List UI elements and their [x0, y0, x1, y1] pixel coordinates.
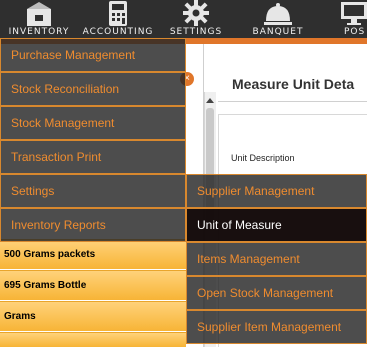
submenu-item-supplier-item-management[interactable]: Supplier Item Management: [186, 310, 367, 344]
menu-item-stock-management[interactable]: Stock Management: [0, 106, 186, 140]
nav-item-settings[interactable]: SETTINGS: [160, 0, 232, 38]
top-navigation-bar: INVENTORY ACCOUNTING SETTINGS BANQUET PO…: [0, 0, 367, 38]
submenu-item-open-stock-management[interactable]: Open Stock Management: [186, 276, 367, 310]
nav-label: SETTINGS: [169, 27, 223, 37]
nav-label: INVENTORY: [8, 27, 70, 37]
menu-item-transaction-print[interactable]: Transaction Print: [0, 140, 186, 174]
list-item[interactable]: [0, 332, 186, 347]
nav-label: ACCOUNTING: [82, 27, 154, 37]
calculator-icon: [109, 1, 127, 26]
menu-item-purchase-management[interactable]: Purchase Management: [0, 38, 186, 72]
inventory-box-icon: [27, 2, 51, 26]
submenu-item-unit-of-measure[interactable]: Unit of Measure: [186, 208, 367, 242]
detail-header: Measure Unit Deta: [218, 66, 367, 102]
nav-label: BANQUET: [252, 27, 304, 37]
gear-icon: [183, 0, 209, 26]
settings-submenu: Supplier Management Unit of Measure Item…: [186, 174, 367, 344]
list-item[interactable]: 500 Grams packets: [0, 239, 186, 269]
unit-description-label: Unit Description: [231, 153, 295, 163]
submenu-item-supplier-management[interactable]: Supplier Management: [186, 174, 367, 208]
menu-item-settings[interactable]: Settings: [0, 174, 186, 208]
menu-item-inventory-reports[interactable]: Inventory Reports: [0, 208, 186, 242]
nav-item-pos[interactable]: POS: [326, 0, 367, 38]
monitor-icon: [341, 2, 367, 25]
list-item[interactable]: 695 Grams Bottle: [0, 270, 186, 300]
cloche-icon: [264, 3, 292, 25]
menu-item-stock-reconciliation[interactable]: Stock Reconciliation: [0, 72, 186, 106]
nav-item-accounting[interactable]: ACCOUNTING: [76, 0, 160, 38]
list-item[interactable]: Grams: [0, 301, 186, 331]
nav-label: POS: [344, 27, 366, 37]
nav-item-inventory[interactable]: INVENTORY: [2, 0, 76, 38]
scroll-up-arrow-icon[interactable]: [206, 98, 214, 103]
nav-item-banquet[interactable]: BANQUET: [238, 0, 318, 38]
inventory-dropdown-menu: Purchase Management Stock Reconciliation…: [0, 38, 186, 242]
page-title: Measure Unit Deta: [232, 76, 355, 92]
submenu-item-items-management[interactable]: Items Management: [186, 242, 367, 276]
